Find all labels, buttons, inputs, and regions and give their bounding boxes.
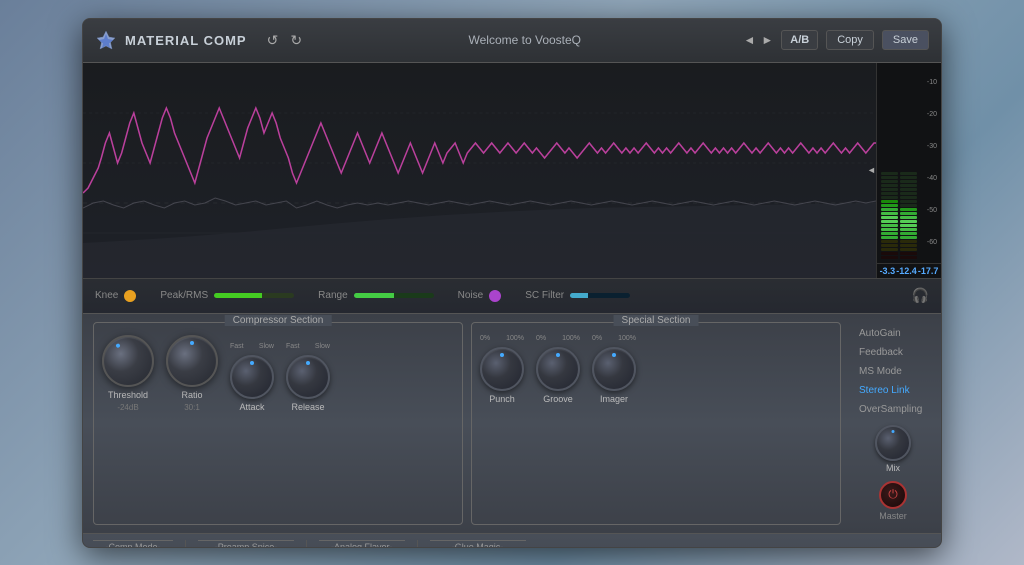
param-scfilter-label: SC Filter bbox=[525, 290, 564, 301]
param-strip: Knee Peak/RMS Range Noise SC Filter 🎧 bbox=[83, 278, 941, 314]
threshold-knob[interactable] bbox=[102, 335, 154, 387]
param-knee: Knee bbox=[95, 290, 136, 302]
header: MATERIAL COMP ↺ ↻ Welcome to VoosteQ ◄ ►… bbox=[83, 19, 941, 63]
threshold-value: -24dB bbox=[117, 403, 138, 412]
compressor-section: Compressor Section Threshold -24dB Rat bbox=[93, 322, 463, 525]
param-range-label: Range bbox=[318, 290, 347, 301]
glue-magic-section: -Glue Magic- 3 Console Mix bbox=[430, 540, 526, 548]
analog-flavor-section: -Analog Flavor- N-Type••• The Legend Sou… bbox=[319, 540, 405, 548]
mix-knob[interactable] bbox=[875, 425, 911, 461]
imager-label: Imager bbox=[600, 394, 628, 404]
groove-knob[interactable] bbox=[536, 347, 580, 391]
headphone-icon[interactable]: 🎧 bbox=[912, 287, 929, 304]
threshold-label: Threshold bbox=[108, 390, 148, 400]
punch-label: Punch bbox=[489, 394, 515, 404]
autogain-option[interactable]: AutoGain bbox=[855, 326, 931, 341]
glue-magic-label: -Glue Magic- bbox=[430, 540, 526, 548]
oversampling-option[interactable]: OverSampling bbox=[855, 402, 931, 417]
vu-meter-display: -10 -20 -30 -40 -50 -60 ◄ -3.3 -12.4 -17… bbox=[876, 63, 941, 278]
preamp-spice-section: -Preamp Spice- HARMONIC Mix bbox=[198, 540, 294, 548]
ratio-group: Ratio 30:1 bbox=[166, 335, 218, 412]
plugin-window: MATERIAL COMP ↺ ↻ Welcome to VoosteQ ◄ ►… bbox=[82, 18, 942, 548]
logo-area: MATERIAL COMP bbox=[95, 29, 247, 51]
divider-1 bbox=[185, 540, 186, 548]
right-panel: AutoGain Feedback MS Mode Stereo Link Ov… bbox=[849, 322, 931, 525]
display-area: -10 -20 -30 -40 -50 -60 ◄ -3.3 -12.4 -17… bbox=[83, 63, 941, 278]
feedback-option[interactable]: Feedback bbox=[855, 345, 931, 360]
release-knob[interactable] bbox=[286, 355, 330, 399]
range-slider[interactable] bbox=[354, 293, 434, 298]
preamp-spice-label: -Preamp Spice- bbox=[198, 540, 294, 548]
meter-val-2: -12.4 bbox=[896, 266, 917, 276]
groove-label: Groove bbox=[543, 394, 573, 404]
scfilter-slider[interactable] bbox=[570, 293, 630, 298]
attack-label: Attack bbox=[239, 402, 264, 412]
attack-group: Fast Slow Attack bbox=[230, 343, 274, 412]
divider-2 bbox=[306, 540, 307, 548]
copy-button[interactable]: Copy bbox=[826, 30, 874, 50]
power-button[interactable]: ⏻ bbox=[879, 481, 907, 509]
punch-knob[interactable] bbox=[480, 347, 524, 391]
comp-knobs-row: Threshold -24dB Ratio 30:1 Fast Slow bbox=[102, 329, 454, 412]
logo-icon bbox=[95, 29, 117, 51]
ratio-knob[interactable] bbox=[166, 335, 218, 387]
mix-knob-area: Mix bbox=[855, 425, 931, 473]
compressor-section-label: Compressor Section bbox=[225, 315, 332, 326]
undo-redo-group: ↺ ↻ bbox=[263, 30, 306, 51]
special-knobs-row: 0% 100% Punch 0% 100% bbox=[480, 329, 832, 404]
param-scfilter: SC Filter bbox=[525, 290, 630, 301]
groove-group: 0% 100% Groove bbox=[536, 335, 580, 404]
meter-readout: -3.3 -12.4 -17.7 bbox=[877, 263, 941, 278]
vu-arrow[interactable]: ◄ bbox=[867, 165, 876, 175]
analog-flavor-label: -Analog Flavor- bbox=[319, 540, 405, 548]
undo-button[interactable]: ↺ bbox=[263, 30, 283, 51]
divider-3 bbox=[417, 540, 418, 548]
param-peakrms: Peak/RMS bbox=[160, 290, 294, 301]
controls-wrapper: Compressor Section Threshold -24dB Rat bbox=[83, 314, 941, 548]
welcome-text: Welcome to VoosteQ bbox=[314, 33, 735, 47]
vu-scale: -10 -20 -30 -40 -50 -60 bbox=[919, 67, 937, 259]
mix-label: Mix bbox=[886, 463, 900, 473]
meter-val-1: -3.3 bbox=[880, 266, 896, 276]
master-area: ⏻ Master bbox=[855, 481, 931, 521]
release-group: Fast Slow Release bbox=[286, 343, 330, 412]
comp-mode-label: -Comp Mode- bbox=[93, 540, 173, 548]
param-noise: Noise bbox=[458, 290, 502, 302]
imager-knob[interactable] bbox=[592, 347, 636, 391]
imager-group: 0% 100% Imager bbox=[592, 335, 636, 404]
peakrms-slider[interactable] bbox=[214, 293, 294, 298]
bottom-row: -Comp Mode- MODERN -Preamp Spice- HARMON… bbox=[83, 533, 941, 548]
param-noise-label: Noise bbox=[458, 290, 484, 301]
plugin-title: MATERIAL COMP bbox=[125, 33, 247, 48]
save-button[interactable]: Save bbox=[882, 30, 929, 50]
nav-arrows: ◄ ► bbox=[744, 33, 774, 47]
stereolink-option[interactable]: Stereo Link bbox=[855, 383, 931, 398]
prev-button[interactable]: ◄ bbox=[744, 33, 756, 47]
noise-dot[interactable] bbox=[489, 290, 501, 302]
threshold-group: Threshold -24dB bbox=[102, 335, 154, 412]
controls-area: Compressor Section Threshold -24dB Rat bbox=[83, 314, 941, 533]
special-section-label: Special Section bbox=[614, 315, 699, 326]
ratio-label: Ratio bbox=[181, 390, 202, 400]
redo-button[interactable]: ↻ bbox=[286, 30, 306, 51]
vu-bar-right bbox=[900, 67, 917, 259]
vu-bar-left bbox=[881, 67, 898, 259]
meter-val-3: -17.7 bbox=[918, 266, 939, 276]
param-knee-label: Knee bbox=[95, 290, 118, 301]
waveform-svg bbox=[83, 63, 876, 278]
master-label: Master bbox=[879, 511, 907, 521]
release-label: Release bbox=[291, 402, 324, 412]
next-button[interactable]: ► bbox=[761, 33, 773, 47]
knee-dot[interactable] bbox=[124, 290, 136, 302]
msmode-option[interactable]: MS Mode bbox=[855, 364, 931, 379]
comp-mode-section: -Comp Mode- MODERN bbox=[93, 540, 173, 548]
ab-button[interactable]: A/B bbox=[781, 30, 818, 50]
waveform-canvas bbox=[83, 63, 876, 278]
param-peakrms-label: Peak/RMS bbox=[160, 290, 208, 301]
ratio-value: 30:1 bbox=[184, 403, 200, 412]
param-range: Range bbox=[318, 290, 433, 301]
attack-knob[interactable] bbox=[230, 355, 274, 399]
special-section: Special Section 0% 100% Punch bbox=[471, 322, 841, 525]
punch-group: 0% 100% Punch bbox=[480, 335, 524, 404]
